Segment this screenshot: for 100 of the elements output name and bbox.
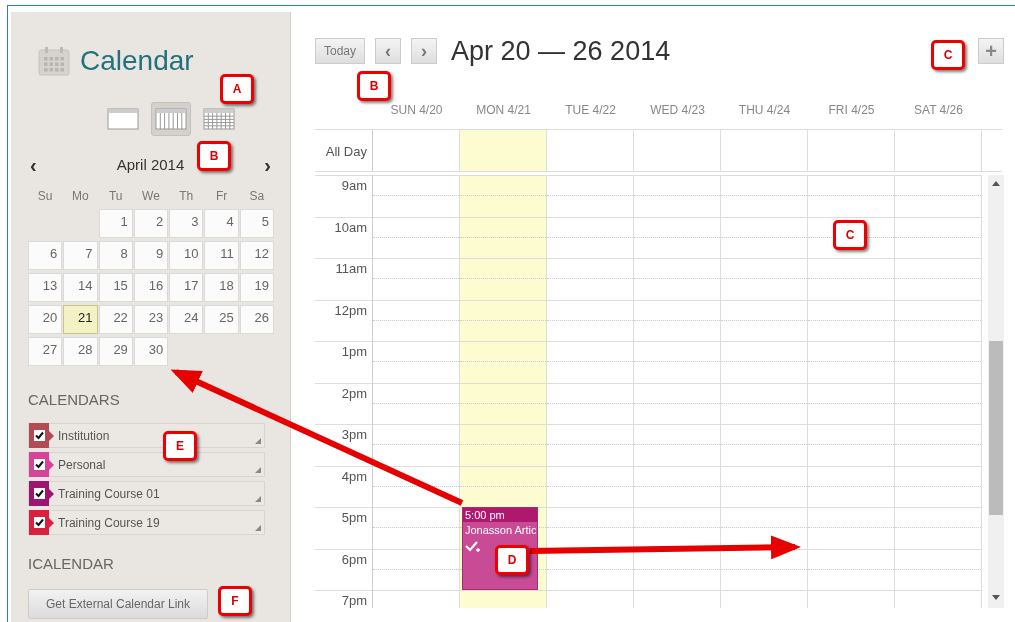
calendar-name: Personal [58, 456, 106, 474]
scroll-up-icon [992, 181, 1000, 186]
section-heading: ICALENDAR [28, 554, 115, 574]
date-cell[interactable]: 13 [28, 272, 63, 302]
calendar-row[interactable]: Training Course 01 [28, 481, 265, 506]
hour-label: 11am [315, 258, 372, 300]
date-cell[interactable]: 6 [28, 240, 63, 270]
date-cell[interactable]: 26 [239, 304, 274, 334]
date-cell[interactable]: 8 [98, 240, 133, 270]
pointer-icon [49, 459, 54, 470]
day-header: MON 4/21 [475, 102, 532, 119]
scrollbar[interactable] [988, 175, 1004, 608]
today-button[interactable]: Today [315, 38, 366, 64]
date-cell[interactable]: 29 [98, 336, 133, 366]
next-week-button[interactable]: › [411, 38, 438, 64]
calendar-row[interactable]: Training Course 19 [28, 510, 265, 535]
callout-label: B [357, 71, 391, 101]
previous-month-button[interactable]: ‹ [30, 155, 37, 176]
hour-label: 7pm [315, 590, 372, 608]
week-view-icon [153, 107, 188, 131]
date-cell[interactable]: 15 [98, 272, 133, 302]
date-cell[interactable]: 20 [28, 304, 63, 334]
day-header: SUN 4/20 [389, 102, 444, 119]
calendar-icon [38, 46, 70, 76]
weekday-label: Th [178, 187, 195, 203]
day-header: SAT 4/26 [913, 102, 964, 119]
check-icon [34, 489, 44, 498]
corner-icon [255, 496, 261, 502]
scrollbar-thumb[interactable] [989, 341, 1003, 515]
calendar-name: Training Course 19 [58, 514, 160, 532]
date-cell[interactable]: 14 [63, 272, 98, 302]
date-cell[interactable]: 7 [63, 240, 98, 270]
date-cell[interactable]: 5 [239, 208, 274, 238]
day-view-icon [105, 107, 140, 131]
callout-label: E [163, 431, 197, 461]
external-link-button[interactable]: Get External Calendar Link [28, 588, 208, 619]
all-day-cell[interactable] [460, 130, 547, 171]
date-cell[interactable]: 30 [133, 336, 169, 366]
checkbox[interactable] [33, 488, 45, 499]
check-plus-icon [465, 540, 481, 553]
check-icon [34, 518, 44, 527]
date-cell[interactable]: 21 [63, 304, 98, 334]
hour-label: 4pm [315, 465, 372, 507]
hour-label: 6pm [315, 548, 372, 590]
weekday-label: We [141, 187, 161, 203]
corner-icon [255, 467, 261, 473]
weekday-label: Su [36, 187, 54, 203]
date-cell[interactable]: 25 [204, 304, 239, 334]
checkbox[interactable] [33, 517, 45, 528]
day-header: WED 4/23 [649, 102, 706, 119]
weekday-label: Tu [107, 187, 124, 203]
check-icon [34, 431, 44, 440]
pointer-icon [49, 517, 54, 528]
hour-label: 10am [315, 216, 372, 258]
date-cell[interactable]: 11 [204, 240, 239, 270]
event-title: Jonasson Artic [464, 523, 537, 538]
callout-label: B [197, 141, 231, 171]
date-cell[interactable]: 19 [239, 272, 274, 302]
date-cell[interactable]: 3 [169, 208, 204, 238]
check-icon [34, 460, 44, 469]
calendar-name: Training Course 01 [58, 485, 160, 503]
date-range-title: Apr 20 — 26 2014 [451, 34, 671, 68]
callout-label: A [220, 74, 254, 104]
month-view-icon [201, 107, 236, 131]
hour-label: 5pm [315, 507, 372, 549]
checkbox[interactable] [33, 430, 45, 441]
date-cell[interactable]: 23 [133, 304, 169, 334]
date-cell[interactable]: 28 [63, 336, 98, 366]
date-cell[interactable]: 16 [133, 272, 169, 302]
calendar-row[interactable]: Personal [28, 452, 265, 477]
day-header: FRI 4/25 [827, 102, 876, 119]
app-title: Calendar [80, 44, 194, 78]
day-header: TUE 4/22 [564, 102, 617, 119]
view-toggle[interactable] [150, 102, 191, 136]
date-cell[interactable]: 22 [98, 304, 133, 334]
callout-label: D [495, 545, 529, 575]
date-cell[interactable]: 18 [204, 272, 239, 302]
section-heading: CALENDARS [28, 389, 121, 410]
scroll-down-icon [992, 595, 1000, 600]
weekday-label: Sa [248, 187, 266, 203]
date-cell[interactable]: 24 [169, 304, 204, 334]
day-header: THU 4/24 [737, 102, 792, 119]
date-cell[interactable]: 4 [204, 208, 239, 238]
callout-label: C [931, 40, 965, 70]
date-cell[interactable]: 12 [239, 240, 274, 270]
date-cell[interactable]: 10 [169, 240, 204, 270]
previous-week-button[interactable]: ‹ [375, 38, 402, 64]
date-cell[interactable]: 1 [98, 208, 133, 238]
callout-label: F [218, 586, 252, 616]
checkbox[interactable] [33, 459, 45, 470]
date-cell[interactable]: 2 [133, 208, 169, 238]
date-cell[interactable]: 9 [133, 240, 169, 270]
hour-label: 12pm [315, 299, 372, 341]
date-cell[interactable]: 27 [28, 336, 63, 366]
corner-icon [255, 525, 261, 531]
next-month-button[interactable]: › [264, 155, 271, 176]
date-cell[interactable]: 17 [169, 272, 204, 302]
calendar-name: Institution [58, 427, 110, 445]
pointer-icon [49, 430, 54, 441]
event-time: 5:00 pm [463, 508, 537, 522]
